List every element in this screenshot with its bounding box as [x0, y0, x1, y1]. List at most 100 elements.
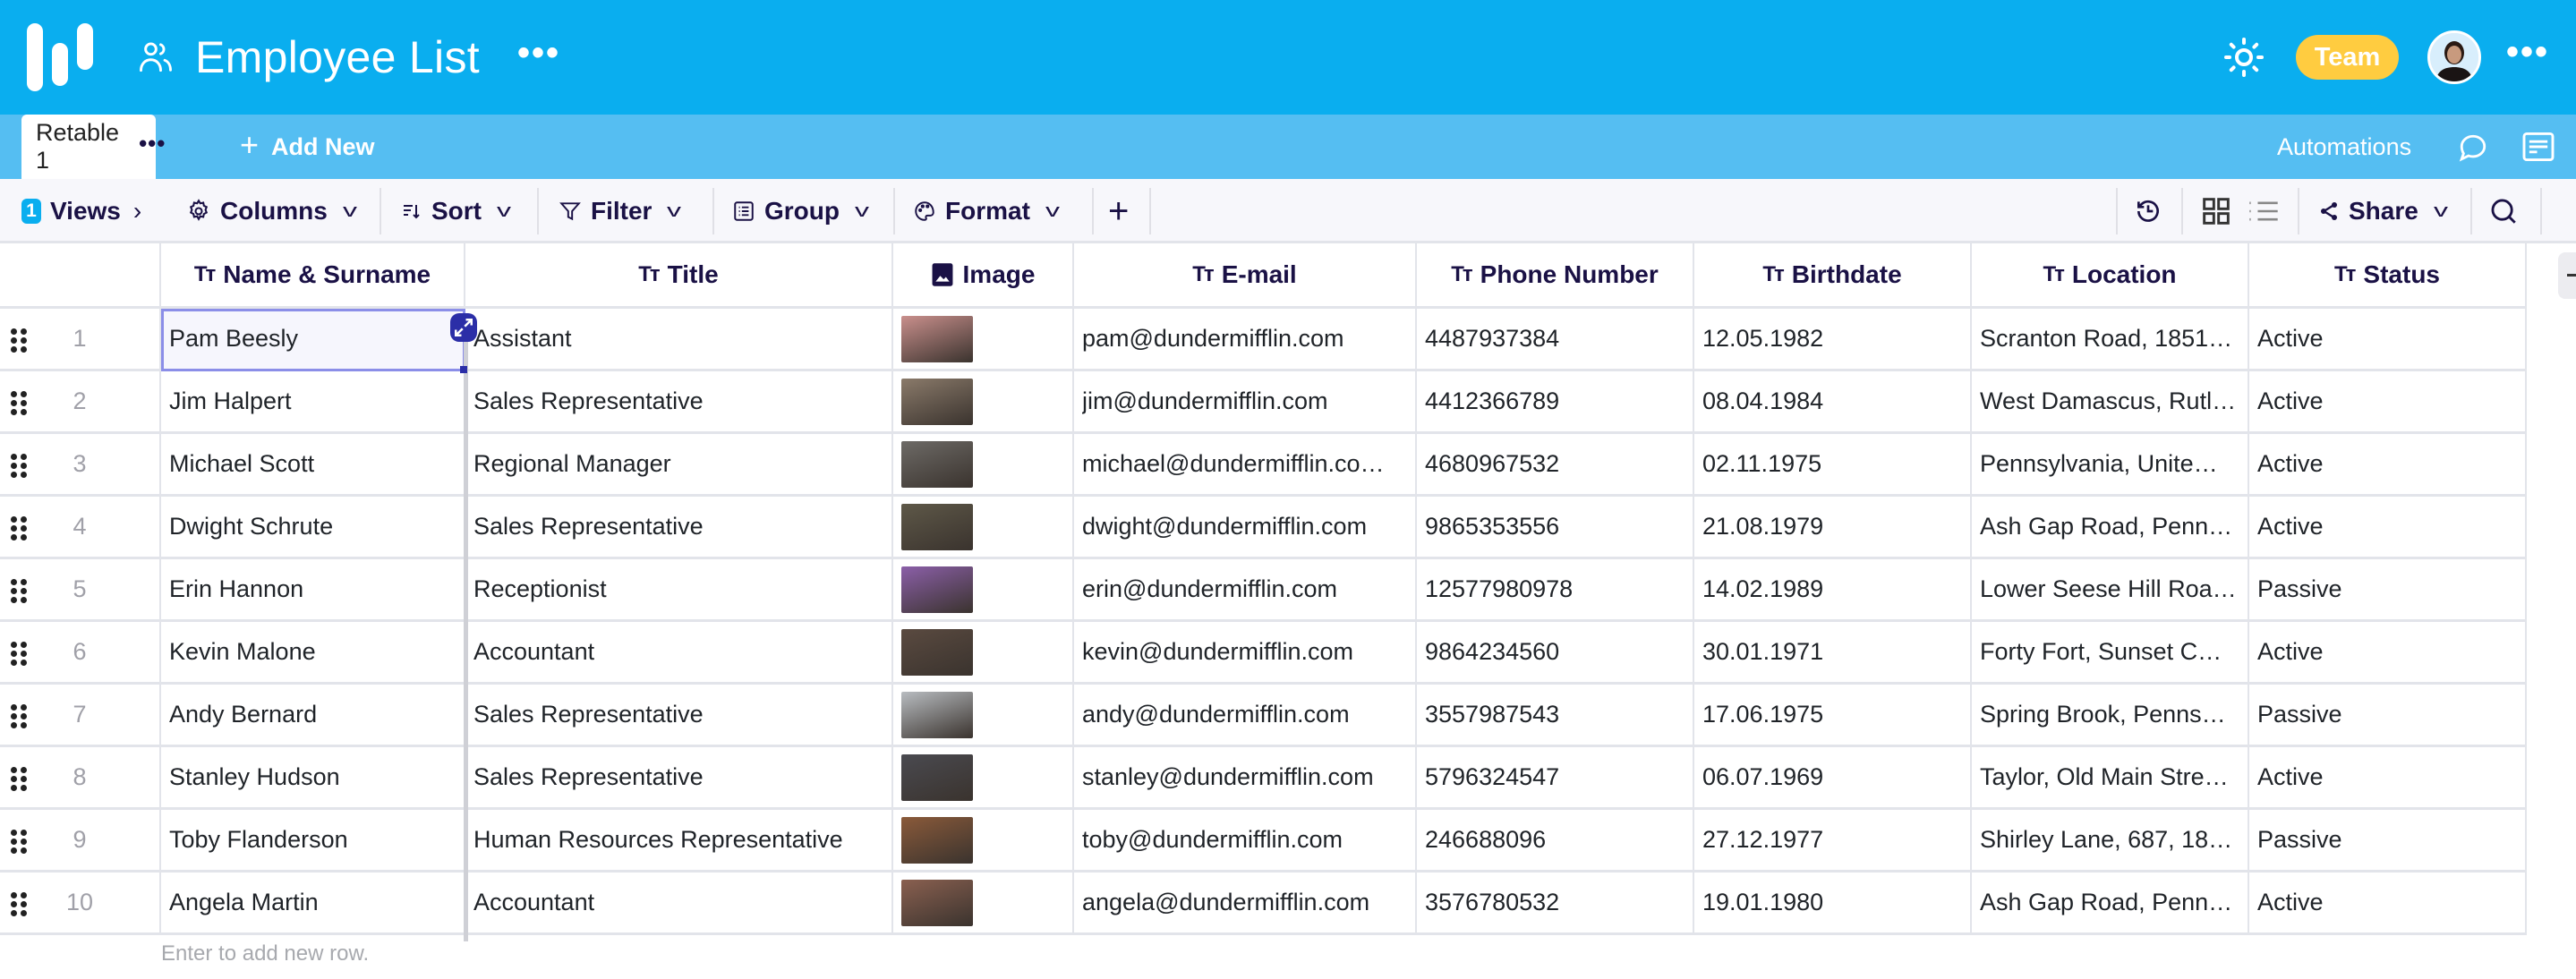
drag-handle-icon[interactable] [11, 328, 29, 353]
cell-phone[interactable]: 4412366789 [1417, 371, 1694, 434]
cell-title[interactable]: Sales Representative [465, 685, 893, 747]
cell-email[interactable]: andy@dundermifflin.com [1074, 685, 1417, 747]
cell-phone[interactable]: 3557987543 [1417, 685, 1694, 747]
cell-birthdate[interactable]: 08.04.1984 [1694, 371, 1972, 434]
cell-email[interactable]: angela@dundermifflin.com [1074, 873, 1417, 935]
table-row[interactable]: 6 Kevin Malone Accountant kevin@dundermiffl… [0, 622, 2527, 685]
column-header-birthdate[interactable]: Tт Birthdate [1694, 243, 1972, 309]
cell-status[interactable]: Active [2249, 497, 2527, 559]
fill-handle[interactable] [460, 366, 467, 373]
cell-image[interactable] [893, 685, 1074, 747]
column-header-status[interactable]: Tт Status [2249, 243, 2527, 309]
cell-name[interactable]: Andy Bernard [161, 685, 465, 747]
cell-name[interactable]: Dwight Schrute [161, 497, 465, 559]
employee-photo-thumbnail[interactable] [901, 440, 973, 488]
cell-location[interactable]: Shirley Lane, 687, 18… [1972, 810, 2249, 873]
employee-photo-thumbnail[interactable] [901, 315, 973, 362]
cell-name[interactable]: Angela Martin [161, 873, 465, 935]
cell-status[interactable]: Active [2249, 622, 2527, 685]
table-row[interactable]: 4 Dwight Schrute Sales Representative dwigh… [0, 497, 2527, 559]
cell-email[interactable]: toby@dundermifflin.com [1074, 810, 1417, 873]
cell-phone[interactable]: 3576780532 [1417, 873, 1694, 935]
cell-phone[interactable]: 4487937384 [1417, 309, 1694, 371]
retable-logo[interactable] [27, 23, 93, 91]
drag-handle-icon[interactable] [11, 642, 29, 667]
cell-status[interactable]: Active [2249, 371, 2527, 434]
drag-handle-icon[interactable] [11, 454, 29, 479]
filter-button[interactable]: Filter v [559, 179, 681, 243]
cell-phone[interactable]: 9864234560 [1417, 622, 1694, 685]
employee-photo-thumbnail[interactable] [901, 503, 973, 550]
team-badge[interactable]: Team [2296, 35, 2399, 80]
drag-handle-icon[interactable] [11, 516, 29, 541]
add-new-tab-button[interactable]: + Add New [240, 115, 375, 179]
tab-retable-1[interactable]: Retable 1 ••• [21, 115, 165, 179]
column-header-email[interactable]: Tт E-mail [1074, 243, 1417, 309]
cell-location[interactable]: Scranton Road, 1851… [1972, 309, 2249, 371]
cell-phone[interactable]: 4680967532 [1417, 434, 1694, 497]
cell-birthdate[interactable]: 02.11.1975 [1694, 434, 1972, 497]
cell-email[interactable]: jim@dundermifflin.com [1074, 371, 1417, 434]
title-more-menu-button[interactable]: ••• [517, 35, 560, 71]
cell-birthdate[interactable]: 27.12.1977 [1694, 810, 1972, 873]
cell-status[interactable]: Passive [2249, 559, 2527, 622]
cell-image[interactable] [893, 622, 1074, 685]
cell-image[interactable] [893, 873, 1074, 935]
cell-name-selected[interactable]: Pam Beesly [161, 309, 465, 371]
column-header-image[interactable]: Image [893, 243, 1074, 309]
cell-name[interactable]: Toby Flanderson [161, 810, 465, 873]
cell-image[interactable] [893, 747, 1074, 810]
cell-name[interactable]: Erin Hannon [161, 559, 465, 622]
column-header-name[interactable]: Tт Name & Surname [161, 243, 465, 309]
format-button[interactable]: Format v [913, 179, 1060, 243]
cell-email[interactable]: pam@dundermifflin.com [1074, 309, 1417, 371]
grid-view-button[interactable] [2202, 179, 2231, 243]
cell-location[interactable]: West Damascus, Rutl… [1972, 371, 2249, 434]
frozen-column-divider[interactable] [464, 315, 468, 941]
cell-title[interactable]: Human Resources Representative [465, 810, 893, 873]
table-row[interactable]: 2 Jim Halpert Sales Representative jim@dund… [0, 371, 2527, 434]
cell-title[interactable]: Receptionist [465, 559, 893, 622]
cell-image[interactable] [893, 497, 1074, 559]
cell-location[interactable]: Pennsylvania, Unite… [1972, 434, 2249, 497]
search-button[interactable] [2488, 179, 2519, 243]
cell-title[interactable]: Accountant [465, 622, 893, 685]
table-row[interactable]: 5 Erin Hannon Receptionist erin@dundermiffl… [0, 559, 2527, 622]
cell-phone[interactable]: 246688096 [1417, 810, 1694, 873]
table-row[interactable]: 1 Pam Beesly Assistant pam@dundermifflin.co… [0, 309, 2527, 371]
cell-email[interactable]: dwight@dundermifflin.com [1074, 497, 1417, 559]
cell-status[interactable]: Active [2249, 434, 2527, 497]
cell-title[interactable]: Sales Representative [465, 747, 893, 810]
cell-image[interactable] [893, 559, 1074, 622]
cell-birthdate[interactable]: 19.01.1980 [1694, 873, 1972, 935]
cell-location[interactable]: Taylor, Old Main Stre… [1972, 747, 2249, 810]
column-header-location[interactable]: Tт Location [1972, 243, 2249, 309]
cell-image[interactable] [893, 810, 1074, 873]
cell-location[interactable]: Ash Gap Road, Penn… [1972, 497, 2249, 559]
cell-status[interactable]: Passive [2249, 810, 2527, 873]
cell-name[interactable]: Jim Halpert [161, 371, 465, 434]
employee-photo-thumbnail[interactable] [901, 816, 973, 864]
cell-image[interactable] [893, 371, 1074, 434]
employee-photo-thumbnail[interactable] [901, 879, 973, 926]
table-row[interactable]: 8 Stanley Hudson Sales Representative stanl… [0, 747, 2527, 810]
views-button[interactable]: 1 Views › [21, 179, 141, 243]
employee-photo-thumbnail[interactable] [901, 378, 973, 425]
cell-name[interactable]: Kevin Malone [161, 622, 465, 685]
user-avatar[interactable] [2427, 30, 2481, 84]
cell-location[interactable]: Spring Brook, Penns… [1972, 685, 2249, 747]
comment-icon[interactable] [2457, 132, 2489, 163]
cell-location[interactable]: Ash Gap Road, Penn… [1972, 873, 2249, 935]
cell-birthdate[interactable]: 06.07.1969 [1694, 747, 1972, 810]
history-button[interactable] [2134, 179, 2162, 243]
drag-handle-icon[interactable] [11, 579, 29, 604]
cell-birthdate[interactable]: 12.05.1982 [1694, 309, 1972, 371]
share-button[interactable]: Share v [2318, 179, 2448, 243]
sort-button[interactable]: Sort v [401, 179, 511, 243]
cell-title[interactable]: Accountant [465, 873, 893, 935]
table-row[interactable]: 7 Andy Bernard Sales Representative andy@du… [0, 685, 2527, 747]
cell-name[interactable]: Stanley Hudson [161, 747, 465, 810]
header-more-menu-button[interactable]: ••• [2506, 32, 2549, 72]
cell-status[interactable]: Active [2249, 309, 2527, 371]
table-row[interactable]: 9 Toby Flanderson Human Resources Represen… [0, 810, 2527, 873]
